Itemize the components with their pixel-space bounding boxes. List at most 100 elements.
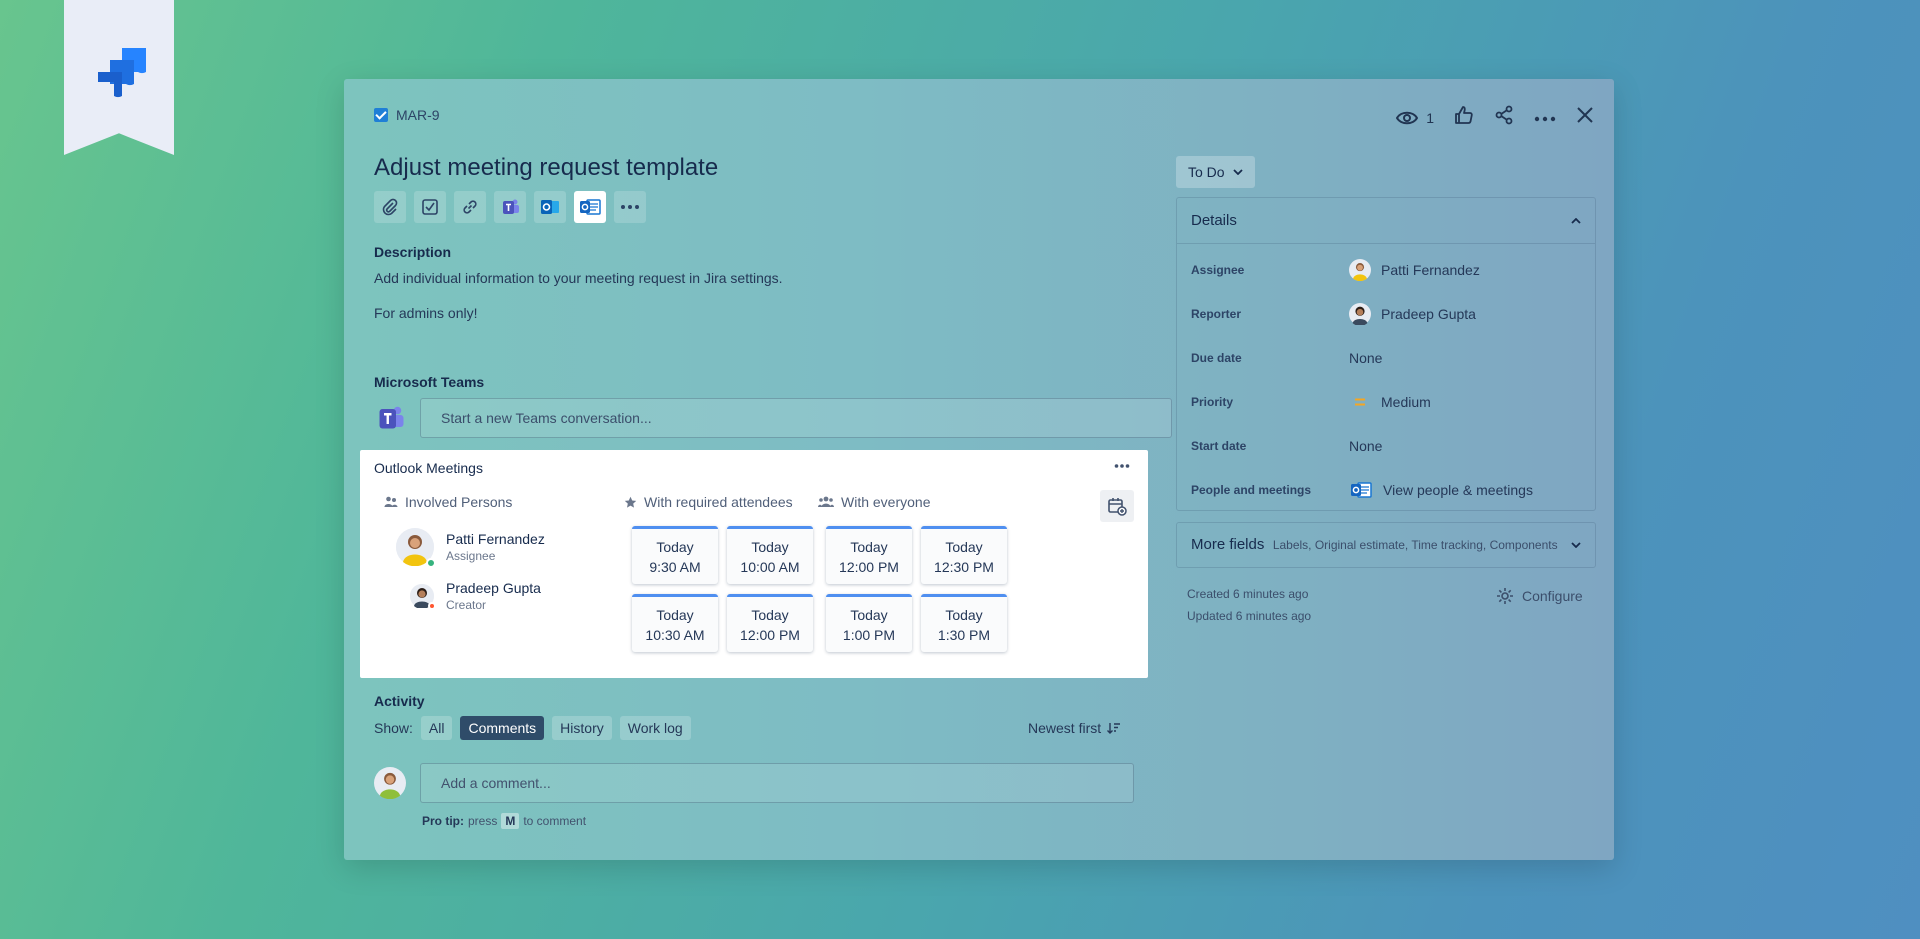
- sort-order-button[interactable]: Newest first: [1028, 720, 1121, 736]
- slot-day: Today: [945, 538, 983, 555]
- schedule-meeting-button[interactable]: [1100, 490, 1134, 522]
- detail-value: Medium: [1381, 394, 1431, 410]
- issue-actions: 1: [1396, 105, 1594, 130]
- close-button[interactable]: [1576, 106, 1594, 129]
- time-slot[interactable]: Today 12:00 PM: [727, 594, 813, 652]
- detail-label: People and meetings: [1191, 483, 1312, 497]
- start-date-field[interactable]: None: [1349, 438, 1382, 454]
- view-people-meetings-link[interactable]: View people & meetings: [1349, 480, 1533, 500]
- chevron-down-icon: [1571, 542, 1581, 548]
- outlook-button[interactable]: [534, 191, 566, 223]
- created-timestamp: Created 6 minutes ago: [1187, 587, 1309, 601]
- outlook-more-button[interactable]: [1114, 456, 1130, 474]
- more-fields-panel[interactable]: More fields Labels, Original estimate, T…: [1176, 522, 1596, 568]
- person-row-creator[interactable]: Pradeep Gupta Creator: [410, 580, 541, 612]
- detail-row-start-date: Start date None: [1191, 431, 1382, 461]
- teams-button[interactable]: [494, 191, 526, 223]
- details-panel: Details Assignee Patti Fernandez Reporte…: [1176, 197, 1596, 511]
- details-header[interactable]: Details: [1177, 198, 1595, 244]
- teams-conversation-row: Start a new Teams conversation...: [374, 397, 1172, 439]
- assignee-field[interactable]: Patti Fernandez: [1349, 259, 1480, 281]
- sort-icon: [1107, 723, 1121, 734]
- time-slot[interactable]: Today 9:30 AM: [632, 526, 718, 584]
- time-slot[interactable]: Today 1:30 PM: [921, 594, 1007, 652]
- teams-icon: [379, 406, 404, 429]
- outlook-meetings-button[interactable]: [574, 191, 606, 223]
- activity-label: Activity: [374, 693, 425, 709]
- time-slot[interactable]: Today 12:30 PM: [921, 526, 1007, 584]
- filter-comments[interactable]: Comments: [460, 716, 545, 740]
- jira-logo-icon: [98, 48, 146, 98]
- detail-value: View people & meetings: [1383, 482, 1533, 498]
- watch-button[interactable]: 1: [1396, 110, 1434, 126]
- due-date-field[interactable]: None: [1349, 350, 1382, 366]
- teams-conversation-input[interactable]: Start a new Teams conversation...: [420, 398, 1172, 438]
- filter-all[interactable]: All: [420, 716, 453, 740]
- chevron-up-icon: [1571, 217, 1581, 224]
- slot-time: 12:00 PM: [740, 626, 800, 643]
- issue-key[interactable]: MAR-9: [374, 107, 440, 123]
- person-role: Creator: [446, 598, 487, 612]
- detail-value: Pradeep Gupta: [1381, 306, 1476, 322]
- issue-modal: MAR-9 1 Adjust meeting request template: [344, 79, 1614, 860]
- teams-label: Microsoft Teams: [374, 374, 485, 390]
- watch-count: 1: [1426, 109, 1434, 126]
- add-comment-input[interactable]: Add a comment...: [420, 763, 1134, 803]
- time-slot[interactable]: Today 1:00 PM: [826, 594, 912, 652]
- avatar: [1349, 303, 1371, 325]
- issue-key-text[interactable]: MAR-9: [396, 107, 440, 123]
- more-fields-list: Labels, Original estimate, Time tracking…: [1272, 538, 1558, 552]
- pro-tip-label: Pro tip:: [422, 814, 464, 828]
- busy-status-icon: [428, 602, 436, 610]
- avatar: [410, 584, 436, 610]
- more-icon: [1114, 464, 1130, 468]
- issue-title[interactable]: Adjust meeting request template: [374, 154, 718, 182]
- slot-day: Today: [751, 538, 789, 555]
- toolbar-more-button[interactable]: [614, 191, 646, 223]
- configure-button[interactable]: Configure: [1496, 587, 1583, 605]
- time-slot[interactable]: Today 10:00 AM: [727, 526, 813, 584]
- subtask-button[interactable]: [414, 191, 446, 223]
- pro-tip-post: to comment: [523, 814, 587, 828]
- more-fields-title: More fields: [1191, 536, 1265, 553]
- person-name: Patti Fernandez: [446, 531, 545, 547]
- status-dropdown[interactable]: To Do: [1176, 156, 1255, 188]
- more-actions-button[interactable]: [1534, 109, 1556, 127]
- teams-icon: [503, 199, 519, 214]
- people-icon: [384, 496, 398, 507]
- avatar: [1349, 259, 1371, 281]
- slot-time: 12:00 PM: [839, 558, 899, 575]
- priority-field[interactable]: Medium: [1349, 394, 1431, 410]
- description-line-1[interactable]: Add individual information to your meeti…: [374, 270, 783, 286]
- time-slot[interactable]: Today 10:30 AM: [632, 594, 718, 652]
- paperclip-icon: [382, 198, 398, 216]
- description-line-2[interactable]: For admins only!: [374, 305, 477, 321]
- slot-day: Today: [850, 606, 888, 623]
- detail-row-reporter: Reporter Pradeep Gupta: [1191, 299, 1476, 329]
- time-slot[interactable]: Today 12:00 PM: [826, 526, 912, 584]
- filter-history[interactable]: History: [552, 716, 612, 740]
- involved-persons-header: Involved Persons: [384, 494, 512, 510]
- slot-day: Today: [945, 606, 983, 623]
- person-name: Pradeep Gupta: [446, 580, 541, 596]
- group-icon: [818, 496, 834, 507]
- slot-day: Today: [751, 606, 789, 623]
- slot-time: 10:30 AM: [645, 626, 705, 643]
- outlook-meetings-panel: Outlook Meetings Involved Persons With r…: [360, 450, 1148, 678]
- share-button[interactable]: [1494, 105, 1514, 130]
- slot-time: 1:00 PM: [842, 626, 896, 643]
- link-issue-button[interactable]: [454, 191, 486, 223]
- person-row-assignee[interactable]: Patti Fernandez Assignee: [396, 528, 545, 568]
- reporter-field[interactable]: Pradeep Gupta: [1349, 303, 1476, 325]
- task-type-icon: [374, 108, 388, 122]
- description-label: Description: [374, 244, 452, 260]
- filter-work-log[interactable]: Work log: [619, 716, 691, 740]
- app-logo-ribbon: [64, 0, 174, 155]
- attach-button[interactable]: [374, 191, 406, 223]
- like-button[interactable]: [1454, 105, 1474, 130]
- online-status-icon: [426, 558, 436, 568]
- link-icon: [463, 200, 477, 214]
- outlook-meetings-icon: [1351, 482, 1372, 498]
- pro-tip-key: M: [501, 813, 520, 829]
- chevron-down-icon: [1232, 169, 1243, 175]
